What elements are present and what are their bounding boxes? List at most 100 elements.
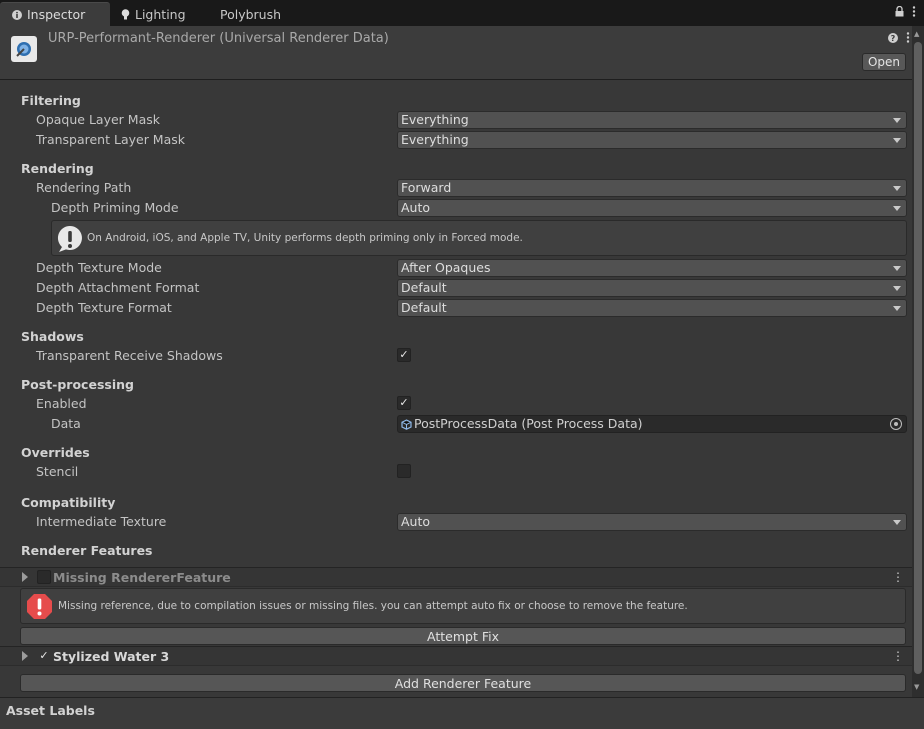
- tab-bar-controls: [895, 6, 916, 17]
- section-shadows: Shadows: [21, 329, 84, 344]
- transparent-receive-shadows-checkbox[interactable]: ✓: [397, 348, 411, 362]
- lock-icon[interactable]: [895, 6, 904, 17]
- field-label: Depth Texture Format: [36, 300, 172, 315]
- field-label: Depth Texture Mode: [36, 260, 162, 275]
- chevron-down-icon: [893, 186, 901, 191]
- section-compatibility: Compatibility: [21, 495, 116, 510]
- transparent-receive-shadows-row: Transparent Receive Shadows ✓: [0, 346, 912, 366]
- field-label: Transparent Receive Shadows: [36, 348, 223, 363]
- info-icon: [12, 9, 22, 20]
- checkmark-icon: ✓: [39, 649, 49, 662]
- kebab-menu-icon[interactable]: [912, 6, 916, 17]
- depth-texture-format-row: Depth Texture Format Default: [0, 298, 912, 318]
- chevron-down-icon: [893, 138, 901, 143]
- vertical-scrollbar[interactable]: ▲ ▼: [912, 26, 924, 697]
- tab-lighting[interactable]: Lighting: [109, 2, 198, 26]
- field-label: Rendering Path: [36, 180, 132, 195]
- warning-icon: [57, 226, 82, 252]
- chevron-down-icon: [893, 286, 901, 291]
- field-label: Enabled: [36, 396, 87, 411]
- checkmark-icon: ✓: [399, 396, 409, 409]
- chevron-down-icon: [893, 306, 901, 311]
- depth-attachment-format-row: Depth Attachment Format Default: [0, 278, 912, 298]
- pp-enabled-row: Enabled ✓: [0, 394, 912, 414]
- field-label: Opaque Layer Mask: [36, 112, 160, 127]
- depth-priming-mode-dropdown[interactable]: Auto: [397, 199, 907, 217]
- field-label: Transparent Layer Mask: [36, 132, 185, 147]
- kebab-menu-icon[interactable]: ⋮: [892, 571, 904, 583]
- tab-label: Inspector: [27, 7, 86, 22]
- field-label: Stencil: [36, 464, 79, 479]
- asset-labels-title: Asset Labels: [6, 703, 95, 718]
- chevron-down-icon: [893, 206, 901, 211]
- checkmark-icon: ✓: [399, 348, 409, 361]
- field-label: Depth Attachment Format: [36, 280, 200, 295]
- pp-data-row: Data PostProcessData (Post Process Data): [0, 414, 912, 434]
- missing-feature-error-box: Missing reference, due to compilation is…: [20, 588, 906, 624]
- object-field-value: PostProcessData (Post Process Data): [414, 416, 643, 431]
- add-renderer-feature-button[interactable]: Add Renderer Feature: [20, 674, 906, 692]
- cube-asset-icon: [401, 418, 412, 430]
- stencil-checkbox[interactable]: [397, 464, 411, 478]
- opaque-layer-mask-dropdown[interactable]: Everything: [397, 111, 907, 129]
- depth-priming-mode-row: Depth Priming Mode Auto: [0, 198, 912, 218]
- chevron-down-icon: [893, 266, 901, 271]
- depth-attachment-format-dropdown[interactable]: Default: [397, 279, 907, 297]
- asset-title: URP-Performant-Renderer (Universal Rende…: [48, 31, 389, 46]
- help-text: On Android, iOS, and Apple TV, Unity per…: [87, 232, 523, 244]
- transparent-layer-mask-row: Transparent Layer Mask Everything: [0, 130, 912, 150]
- missing-feature-header[interactable]: Missing RendererFeature ⋮: [0, 567, 912, 587]
- tab-polybrush[interactable]: Polybrush: [208, 2, 293, 26]
- section-post-processing: Post-processing: [21, 377, 134, 392]
- depth-priming-help-box: On Android, iOS, and Apple TV, Unity per…: [51, 220, 907, 256]
- opaque-layer-mask-row: Opaque Layer Mask Everything: [0, 110, 912, 130]
- error-icon: [27, 594, 52, 619]
- tab-label: Polybrush: [220, 6, 282, 22]
- depth-texture-mode-dropdown[interactable]: After Opaques: [397, 259, 907, 277]
- help-icon[interactable]: ?: [888, 32, 898, 43]
- section-renderer-features: Renderer Features: [21, 543, 153, 558]
- chevron-down-icon: [893, 118, 901, 123]
- attempt-fix-button[interactable]: Attempt Fix: [20, 627, 906, 645]
- missing-feature-enabled-checkbox[interactable]: [37, 570, 51, 584]
- transparent-layer-mask-dropdown[interactable]: Everything: [397, 131, 907, 149]
- lightbulb-icon: [121, 8, 130, 19]
- section-overrides: Overrides: [21, 445, 90, 460]
- field-label: Depth Priming Mode: [51, 200, 179, 215]
- intermediate-texture-dropdown[interactable]: Auto: [397, 513, 907, 531]
- feature-name: Stylized Water 3: [53, 649, 170, 664]
- inspector-panel: Filtering Opaque Layer Mask Everything T…: [0, 80, 912, 697]
- stencil-row: Stencil: [0, 462, 912, 482]
- renderer-asset-icon: [11, 36, 37, 62]
- scroll-down-icon[interactable]: ▼: [914, 683, 919, 691]
- foldout-arrow-icon[interactable]: [22, 572, 28, 582]
- open-button[interactable]: Open: [862, 53, 906, 71]
- depth-texture-format-dropdown[interactable]: Default: [397, 299, 907, 317]
- scroll-up-icon[interactable]: ▲: [914, 30, 919, 38]
- object-picker-icon[interactable]: [890, 418, 902, 430]
- intermediate-texture-row: Intermediate Texture Auto: [0, 512, 912, 532]
- field-label: Data: [51, 416, 81, 431]
- kebab-menu-icon[interactable]: ⋮: [892, 650, 904, 662]
- asset-header: URP-Performant-Renderer (Universal Rende…: [0, 26, 924, 80]
- error-text: Missing reference, due to compilation is…: [58, 600, 688, 612]
- rendering-path-row: Rendering Path Forward: [0, 178, 912, 198]
- depth-texture-mode-row: Depth Texture Mode After Opaques: [0, 258, 912, 278]
- feature-name: Missing RendererFeature: [53, 570, 231, 585]
- pp-enabled-checkbox[interactable]: ✓: [397, 396, 411, 410]
- chevron-down-icon: [893, 520, 901, 525]
- tab-inspector[interactable]: Inspector: [0, 2, 110, 26]
- stylized-water-feature-header[interactable]: ✓ Stylized Water 3 ⋮: [0, 646, 912, 666]
- stylized-water-enabled-checkbox[interactable]: ✓: [37, 649, 51, 663]
- section-rendering: Rendering: [21, 161, 94, 176]
- pp-data-object-field[interactable]: PostProcessData (Post Process Data): [397, 415, 907, 433]
- section-filtering: Filtering: [21, 93, 81, 108]
- kebab-menu-icon[interactable]: [906, 32, 910, 43]
- scrollbar-thumb[interactable]: [914, 42, 922, 674]
- foldout-arrow-icon[interactable]: [22, 651, 28, 661]
- field-label: Intermediate Texture: [36, 514, 167, 529]
- rendering-path-dropdown[interactable]: Forward: [397, 179, 907, 197]
- asset-labels-bar[interactable]: Asset Labels: [0, 697, 924, 729]
- svg-text:?: ?: [891, 34, 896, 43]
- tab-bar: Inspector Lighting Polybrush: [0, 0, 924, 26]
